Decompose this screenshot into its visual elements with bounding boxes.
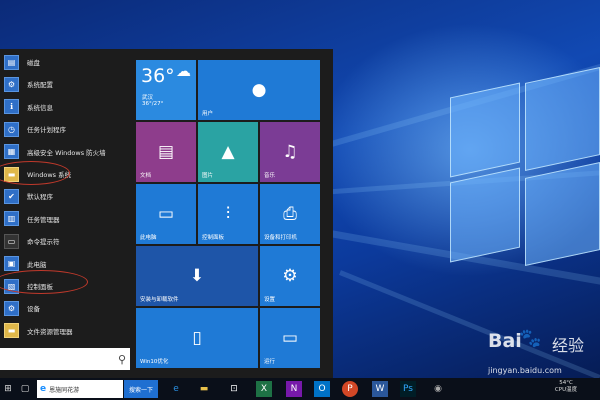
weather-city: 武汉 bbox=[142, 95, 154, 101]
app-list-item[interactable]: ▥ 任务管理器 bbox=[0, 208, 135, 230]
search-input[interactable]: ⚲ bbox=[0, 348, 130, 370]
gear-icon: ⚙ bbox=[282, 265, 298, 286]
watermark-logo: Bai bbox=[488, 330, 522, 352]
app-list-label: 任务管理器 bbox=[27, 215, 60, 224]
onenote-icon[interactable]: N bbox=[286, 381, 302, 397]
app-list-label: 命令提示符 bbox=[27, 238, 60, 247]
tile-label: 用户 bbox=[202, 111, 214, 117]
powerpoint-icon[interactable]: P bbox=[342, 381, 358, 397]
windows-logo-wallpaper bbox=[400, 67, 600, 285]
weather-range: 36°/27° bbox=[142, 101, 164, 107]
tile-install-uninstall[interactable]: ⬇ 安装与卸载软件 bbox=[136, 246, 258, 306]
app-list-item[interactable]: ⚙ 系统配置 bbox=[0, 73, 135, 95]
tile-label: 控制面板 bbox=[202, 235, 225, 241]
store-icon: ⬇ bbox=[189, 265, 205, 286]
app-list-item[interactable]: ▭ 命令提示符 bbox=[0, 230, 135, 252]
tile-control-panel[interactable]: ⫶ 控制面板 bbox=[198, 184, 258, 244]
search-icon[interactable]: ⚲ bbox=[118, 353, 126, 366]
tile-label: 安装与卸载软件 bbox=[140, 297, 179, 303]
outlook-icon[interactable]: O bbox=[314, 381, 330, 397]
app-list-label: 高级安全 Windows 防火墙 bbox=[27, 148, 106, 157]
monitor-icon: ▭ bbox=[157, 203, 175, 224]
photoshop-icon[interactable]: Ps bbox=[400, 381, 416, 397]
edge-icon[interactable]: e bbox=[168, 381, 184, 397]
app-list-label: 此电脑 bbox=[27, 260, 47, 269]
disk-icon: ▤ bbox=[4, 54, 19, 70]
ie-icon: e bbox=[40, 384, 47, 394]
taskbar-search-text: 恩施同花游 bbox=[49, 386, 80, 394]
taskbar-search-button[interactable]: 搜索一下 bbox=[124, 380, 158, 398]
watermark-url: jingyan.baidu.com bbox=[488, 366, 562, 375]
watermark-suffix: 经验 bbox=[552, 336, 585, 355]
start-menu: ▤ 磁盘 ⚙ 系统配置 ℹ 系统信息 ◷ 任务计划程序 ▦ 高级安全 Windows 防火墙 ▬ Wi… bbox=[0, 49, 333, 378]
tile-user[interactable]: ● 用户 bbox=[198, 60, 320, 120]
tile-this-pc[interactable]: ▭ 此电脑 bbox=[136, 184, 196, 244]
tile-documents[interactable]: ▤ 文档 bbox=[136, 122, 196, 182]
firewall-icon: ▦ bbox=[4, 144, 19, 160]
tray-temperature-label: CPU温度 bbox=[554, 387, 578, 393]
tile-pictures[interactable]: ▲ 图片 bbox=[198, 122, 258, 182]
document-icon: ▤ bbox=[157, 141, 175, 162]
tile-label: 音乐 bbox=[264, 173, 276, 179]
app-list-item[interactable]: ⚙ 设备 bbox=[0, 297, 135, 319]
file-explorer-icon[interactable]: ▬ bbox=[196, 381, 212, 397]
word-icon[interactable]: W bbox=[372, 381, 388, 397]
default-programs-icon: ✔ bbox=[4, 188, 19, 204]
tile-label: 图片 bbox=[202, 173, 214, 179]
app-list-label: 任务计划程序 bbox=[27, 126, 66, 135]
tile-label: 此电脑 bbox=[140, 235, 157, 241]
system-config-icon: ⚙ bbox=[4, 76, 19, 92]
run-icon: ▭ bbox=[281, 327, 299, 348]
sliders-icon: ⫶ bbox=[225, 203, 231, 224]
tile-settings[interactable]: ⚙ 设置 bbox=[260, 246, 320, 306]
printer-icon: ⎙ bbox=[283, 203, 297, 224]
app-list-label: 系统信息 bbox=[27, 103, 53, 112]
app-list-item[interactable]: ▬ 文件资源管理器 bbox=[0, 320, 135, 342]
tile-label: 设备和打印机 bbox=[264, 235, 298, 241]
task-scheduler-icon: ◷ bbox=[4, 121, 19, 137]
app-list-item[interactable]: ℹ 系统信息 bbox=[0, 96, 135, 118]
tile-label: 文档 bbox=[140, 173, 152, 179]
app-list-label: 系统配置 bbox=[27, 81, 53, 90]
app-list-item[interactable]: ✔ 默认程序 bbox=[0, 185, 135, 207]
baidu-watermark: Bai 🐾 经验 jingyan.baidu.com bbox=[488, 328, 600, 385]
this-pc-icon: ▣ bbox=[4, 256, 19, 272]
tile-label: Win10优化 bbox=[140, 359, 169, 365]
optimize-icon: ▯ bbox=[192, 327, 202, 348]
task-manager-icon: ▥ bbox=[4, 211, 19, 227]
task-view-icon[interactable]: ▢ bbox=[18, 378, 32, 400]
picture-icon: ▲ bbox=[221, 141, 235, 162]
app-list-item[interactable]: ▤ 磁盘 bbox=[0, 51, 135, 73]
app-list-label: 设备 bbox=[27, 305, 40, 314]
weather-cloud-icon: ☁ bbox=[176, 62, 191, 80]
tile-label: 设置 bbox=[264, 297, 276, 303]
app-list-item[interactable]: ▦ 高级安全 Windows 防火墙 bbox=[0, 141, 135, 163]
user-icon: ● bbox=[251, 79, 267, 100]
taskbar-search-field[interactable]: e 恩施同花游 bbox=[37, 380, 123, 398]
store-icon[interactable]: ⊡ bbox=[226, 381, 242, 397]
app-list-label: 文件资源管理器 bbox=[27, 327, 73, 336]
tile-label: 运行 bbox=[264, 359, 276, 365]
weather-temperature: 36° bbox=[141, 65, 175, 87]
start-button[interactable]: ⊞ bbox=[0, 378, 16, 400]
file-explorer-icon: ▬ bbox=[4, 323, 19, 339]
tile-run[interactable]: ▭ 运行 bbox=[260, 308, 320, 368]
headphones-icon: ♫ bbox=[282, 141, 298, 162]
devices-icon: ⚙ bbox=[4, 300, 19, 316]
app-list-label: 默认程序 bbox=[27, 193, 53, 202]
tile-win10-optimize[interactable]: ▯ Win10优化 bbox=[136, 308, 258, 368]
tile-devices-printers[interactable]: ⎙ 设备和打印机 bbox=[260, 184, 320, 244]
tile-weather[interactable]: 36° ☁ 武汉 36°/27° bbox=[136, 60, 196, 120]
app-list-item[interactable]: ◷ 任务计划程序 bbox=[0, 118, 135, 140]
media-player-icon[interactable]: ◉ bbox=[430, 381, 446, 397]
paw-icon: 🐾 bbox=[519, 328, 542, 349]
tile-music[interactable]: ♫ 音乐 bbox=[260, 122, 320, 182]
command-prompt-icon: ▭ bbox=[4, 233, 19, 249]
excel-icon[interactable]: X bbox=[256, 381, 272, 397]
app-list-label: 磁盘 bbox=[27, 59, 40, 67]
system-info-icon: ℹ bbox=[4, 99, 19, 115]
app-list: ▤ 磁盘 ⚙ 系统配置 ℹ 系统信息 ◷ 任务计划程序 ▦ 高级安全 Windows 防火墙 ▬ Wi… bbox=[0, 49, 135, 345]
